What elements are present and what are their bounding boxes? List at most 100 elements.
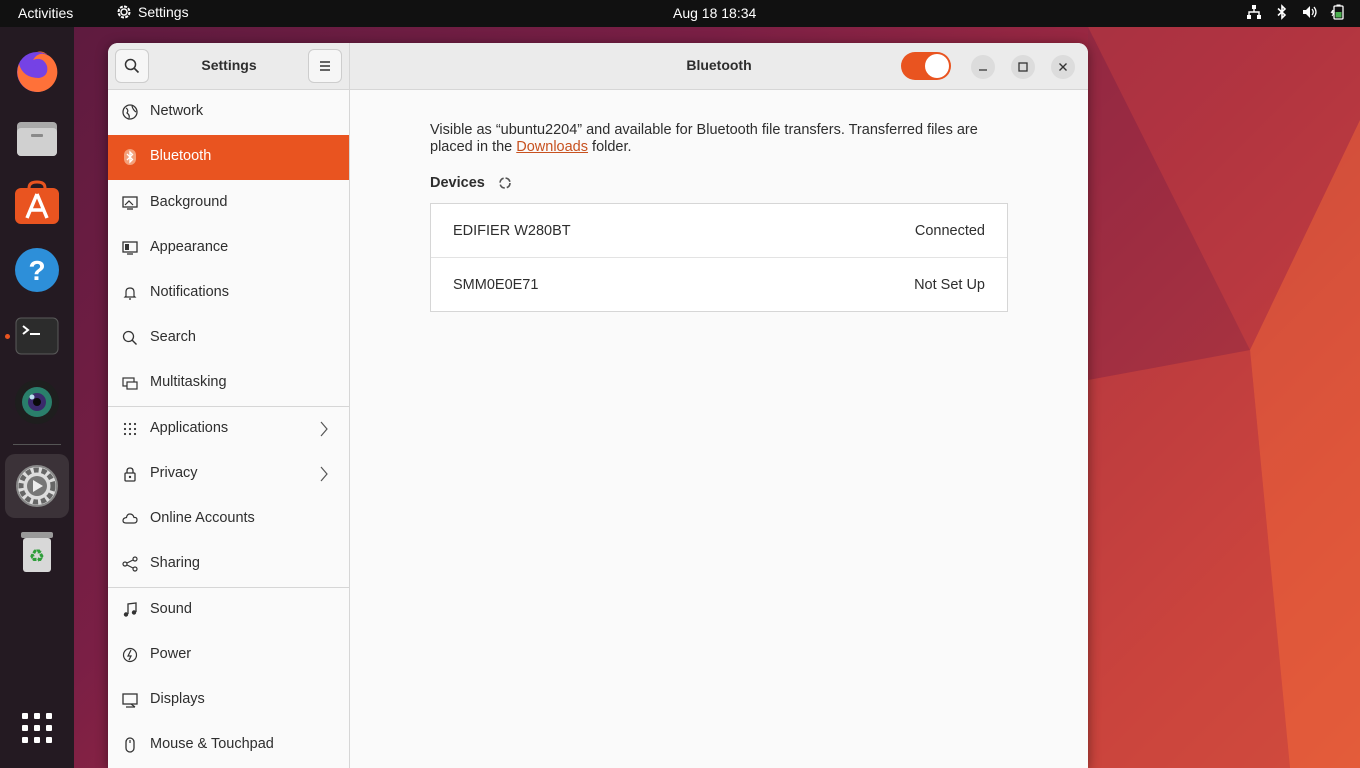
menu-button[interactable] <box>308 49 342 83</box>
sidebar-item-power[interactable]: Power <box>108 633 349 678</box>
close-icon <box>1059 63 1067 71</box>
apps-grid-icon <box>123 422 137 436</box>
search-icon <box>122 330 137 345</box>
sidebar-item-applications[interactable]: Applications <box>108 407 349 452</box>
device-name: SMM0E0E71 <box>453 277 539 293</box>
device-list: EDIFIER W280BT Connected SMM0E0E71 Not S… <box>430 203 1008 312</box>
globe-icon <box>122 104 138 120</box>
display-icon <box>122 693 138 708</box>
sidebar-item-label: Power <box>150 646 192 662</box>
downloads-link[interactable]: Downloads <box>516 139 588 155</box>
sidebar-item-privacy[interactable]: Privacy <box>108 452 349 497</box>
spinner-icon <box>499 177 511 189</box>
lock-icon <box>124 467 136 482</box>
sidebar-item-label: Applications <box>150 420 229 436</box>
dock-separator <box>13 444 61 445</box>
clock[interactable]: Aug 18 18:34 <box>673 5 756 21</box>
sidebar-item-appearance[interactable]: Appearance <box>108 226 349 271</box>
svg-text:♻: ♻ <box>29 546 45 567</box>
top-bar: Activities Settings Aug 18 18:34 <box>0 0 1360 27</box>
sidebar-item-label: Appearance <box>150 239 229 255</box>
sidebar-item-label: Search <box>150 329 196 345</box>
activities-button[interactable]: Activities <box>18 5 73 21</box>
description-text: Visible as “ubuntu2204” and available fo… <box>430 122 978 155</box>
maximize-icon <box>1018 62 1028 72</box>
main-header: Bluetooth <box>350 43 1088 90</box>
firefox-icon[interactable] <box>13 48 61 96</box>
sidebar-item-label: Privacy <box>150 465 198 481</box>
app-menu[interactable]: Settings <box>116 4 189 20</box>
description-text-end: folder. <box>588 139 632 155</box>
sidebar-item-label: Mouse & Touchpad <box>150 736 274 752</box>
bell-icon <box>123 287 137 300</box>
sidebar-item-label: Displays <box>150 691 205 707</box>
sidebar-item-label: Notifications <box>150 284 229 300</box>
sidebar-item-search[interactable]: Search <box>108 316 349 361</box>
device-name: EDIFIER W280BT <box>453 223 571 239</box>
network-icon <box>1247 5 1261 19</box>
dock: ? ♻ <box>0 27 74 768</box>
sidebar: Network Bluetooth Background Appearance … <box>108 90 350 768</box>
help-icon[interactable]: ? <box>13 246 61 294</box>
music-note-icon <box>123 602 137 617</box>
search-icon <box>124 58 140 74</box>
background-icon <box>122 196 138 210</box>
toggle-knob <box>925 54 949 78</box>
minimize-icon <box>979 69 987 71</box>
device-row[interactable]: SMM0E0E71 Not Set Up <box>431 258 1007 312</box>
sidebar-item-label: Network <box>150 103 204 119</box>
device-status: Connected <box>914 223 985 239</box>
sidebar-item-label: Multitasking <box>150 374 227 390</box>
battery-icon <box>1330 4 1344 20</box>
hamburger-icon <box>320 61 330 71</box>
minimize-button[interactable] <box>971 55 995 79</box>
app-center-icon[interactable] <box>13 180 61 228</box>
sidebar-item-label: Sound <box>150 601 192 617</box>
bluetooth-toggle[interactable] <box>901 52 951 80</box>
sidebar-header: Settings <box>108 43 350 90</box>
device-row[interactable]: EDIFIER W280BT Connected <box>431 204 1007 258</box>
visibility-description: Visible as “ubuntu2204” and available fo… <box>430 122 1020 156</box>
settings-icon[interactable] <box>5 454 69 518</box>
share-icon <box>122 556 138 572</box>
sidebar-item-background[interactable]: Background <box>108 181 349 226</box>
volume-icon <box>1303 6 1317 18</box>
bluetooth-icon <box>124 149 136 165</box>
sidebar-item-bluetooth[interactable]: Bluetooth <box>108 135 349 180</box>
mouse-icon <box>125 737 135 753</box>
camera-icon[interactable] <box>13 378 61 426</box>
terminal-icon[interactable] <box>13 312 61 360</box>
files-icon[interactable] <box>13 114 61 162</box>
sidebar-item-sharing[interactable]: Sharing <box>108 542 349 587</box>
power-icon <box>122 647 138 663</box>
bluetooth-icon <box>1277 4 1287 20</box>
sidebar-item-mouse-touchpad[interactable]: Mouse & Touchpad <box>108 723 349 768</box>
chevron-right-icon <box>320 421 328 437</box>
sidebar-item-sound[interactable]: Sound <box>108 588 349 633</box>
search-button[interactable] <box>115 49 149 83</box>
device-status: Not Set Up <box>914 277 985 293</box>
appearance-icon <box>122 241 138 255</box>
sidebar-item-online-accounts[interactable]: Online Accounts <box>108 497 349 542</box>
bluetooth-panel: Visible as “ubuntu2204” and available fo… <box>350 90 1088 768</box>
sidebar-item-multitasking[interactable]: Multitasking <box>108 361 349 406</box>
multitasking-icon <box>122 377 138 390</box>
sidebar-item-label: Online Accounts <box>150 510 255 526</box>
sidebar-item-label: Sharing <box>150 555 200 571</box>
sidebar-item-notifications[interactable]: Notifications <box>108 271 349 316</box>
trash-icon[interactable]: ♻ <box>13 528 61 576</box>
maximize-button[interactable] <box>1011 55 1035 79</box>
sidebar-item-network[interactable]: Network <box>108 90 349 135</box>
sidebar-item-label: Background <box>150 194 228 210</box>
settings-window: Settings Bluetooth Network Bluetooth Bac… <box>108 43 1088 768</box>
chevron-right-icon <box>320 466 328 482</box>
cloud-icon <box>122 513 138 524</box>
sidebar-title: Settings <box>201 57 257 73</box>
sidebar-item-displays[interactable]: Displays <box>108 678 349 723</box>
devices-heading: Devices <box>430 175 485 191</box>
system-tray[interactable] <box>1246 4 1346 20</box>
sidebar-item-label: Bluetooth <box>150 148 212 164</box>
svg-text:?: ? <box>28 255 45 286</box>
close-button[interactable] <box>1051 55 1075 79</box>
show-applications-icon[interactable] <box>13 704 61 752</box>
